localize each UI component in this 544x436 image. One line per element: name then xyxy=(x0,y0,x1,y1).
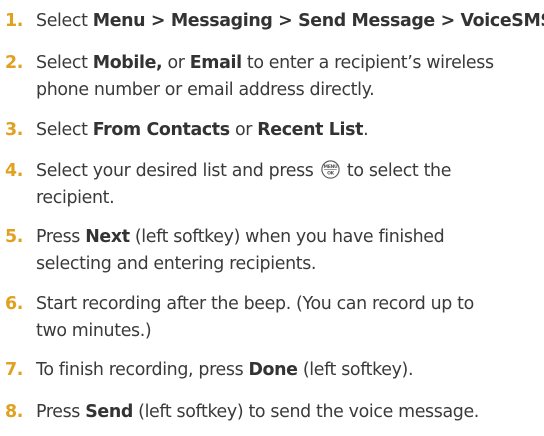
bold-term: Next xyxy=(85,227,130,247)
text-run: (left softkey) to send the voice message… xyxy=(132,402,479,422)
text-run: selecting and entering recipients. xyxy=(36,254,317,274)
step-text-line: two minutes.) xyxy=(36,318,542,345)
bold-term: Email xyxy=(189,53,242,73)
step-number: 1. xyxy=(5,11,24,31)
step-number: 7. xyxy=(5,360,24,380)
menu-ok-key-icon: MENU OK xyxy=(321,160,340,179)
text-run: (left softkey) when you have finished xyxy=(129,227,445,247)
text-run: recipient. xyxy=(36,188,115,208)
text-run: To finish recording, press xyxy=(36,360,249,380)
text-run: Press xyxy=(36,227,86,247)
step-text: Press Send (left softkey) to send the vo… xyxy=(36,399,542,426)
bold-term: From Contacts xyxy=(92,120,230,140)
step-text-line: Select Mobile, or Email to enter a recip… xyxy=(36,50,542,77)
bold-term: Done xyxy=(248,360,298,380)
step-text: Select From Contacts or Recent List. xyxy=(36,117,542,144)
step-number: 3. xyxy=(5,120,24,140)
step-text-line: To finish recording, press Done (left so… xyxy=(36,357,542,384)
step-text-line: Select your desired list and press MENU O… xyxy=(36,158,542,185)
step-text-line: Start recording after the beep. (You can… xyxy=(36,291,542,318)
step-text-line: phone number or email address directly. xyxy=(36,77,542,104)
menu-key-label: MENU xyxy=(323,164,338,170)
step-number: 5. xyxy=(5,227,24,247)
bold-term: Send xyxy=(85,402,133,422)
text-run: to enter a recipient’s wireless xyxy=(241,53,494,73)
step-text-line: Press Next (left softkey) when you have … xyxy=(36,224,542,251)
text-run: Start recording after the beep. (You can… xyxy=(36,294,474,314)
text-run: phone number or email address directly. xyxy=(36,80,375,100)
text-run: Press xyxy=(36,402,86,422)
text-run: (left softkey). xyxy=(297,360,414,380)
step-text: Select Menu > Messaging > Send Message >… xyxy=(36,8,544,35)
ok-key-label: OK xyxy=(327,171,335,177)
text-run: two minutes.) xyxy=(36,321,152,341)
bold-term: Mobile, xyxy=(92,53,163,73)
step-number: 4. xyxy=(5,161,24,181)
step-text-line: Select Menu > Messaging > Send Message >… xyxy=(36,8,544,35)
step-number: 8. xyxy=(5,402,24,422)
step-text: Press Next (left softkey) when you have … xyxy=(36,224,542,278)
text-run: to select the xyxy=(341,161,452,181)
step-text-line: selecting and entering recipients. xyxy=(36,251,542,278)
step-text-line: Press Send (left softkey) to send the vo… xyxy=(36,399,542,426)
text-run: Select xyxy=(36,11,93,31)
text-run: or xyxy=(229,120,258,140)
bold-term: Menu > Messaging > Send Message > VoiceS… xyxy=(92,11,544,31)
step-number: 2. xyxy=(5,53,24,73)
bold-term: Recent List xyxy=(257,120,364,140)
step-text-line: Select From Contacts or Recent List. xyxy=(36,117,542,144)
text-run: Select xyxy=(36,120,93,140)
text-run: . xyxy=(363,120,369,140)
step-text: To finish recording, press Done (left so… xyxy=(36,357,542,384)
text-run: Select your desired list and press xyxy=(36,161,319,181)
text-run: Select xyxy=(36,53,93,73)
step-text: Select Mobile, or Email to enter a recip… xyxy=(36,50,542,104)
step-text-line: recipient. xyxy=(36,185,542,212)
step-number: 6. xyxy=(5,294,24,314)
step-text: Select your desired list and press MENU O… xyxy=(36,158,542,212)
text-run: or xyxy=(162,53,190,73)
step-text: Start recording after the beep. (You can… xyxy=(36,291,542,345)
